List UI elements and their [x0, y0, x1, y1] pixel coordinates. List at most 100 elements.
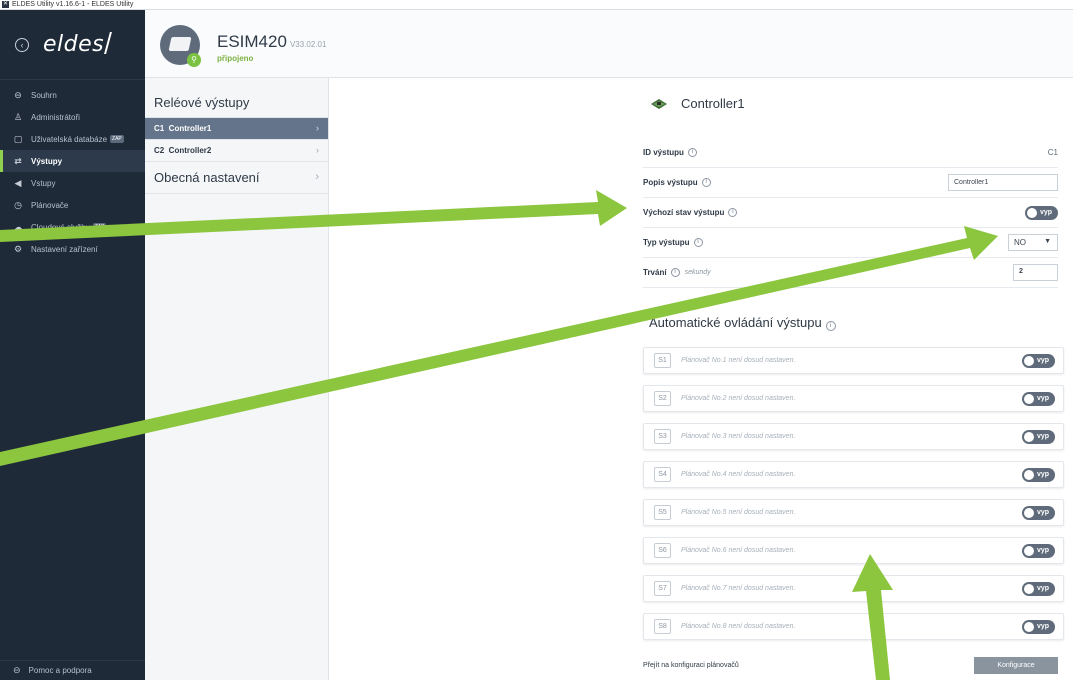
app-logo-icon: ✕ [2, 1, 9, 8]
sidebar-item-label: Výstupy [31, 156, 63, 166]
scheduler-id: S2 [654, 391, 671, 406]
output-type-row: Typ výstupu i NO ▼ [643, 228, 1058, 258]
scheduler-toggle[interactable]: vyp [1022, 391, 1055, 406]
outputs-subnav: Reléové výstupy C1 Controller1 › C2 Cont… [145, 78, 329, 680]
scheduler-text: Plánovač No.6 není dosud nastaven. [681, 547, 796, 554]
sidebar-item-label: Souhrn [31, 90, 57, 100]
output-description-input[interactable] [948, 174, 1058, 191]
inputs-icon: ◀ [14, 178, 22, 188]
scheduler-text: Plánovač No.2 není dosud nastaven. [681, 395, 796, 402]
info-icon[interactable]: i [728, 208, 738, 217]
output-id-label: ID výstupu [643, 148, 684, 157]
chevron-right-icon: › [315, 171, 319, 183]
info-icon[interactable]: i [670, 268, 680, 277]
output-id-value: C1 [1047, 148, 1058, 157]
help-support-link[interactable]: ⊖ Pomoc a podpora [0, 660, 145, 680]
sidebar-item-label: Administrátoři [31, 112, 80, 122]
scheduler-config-row: Přejít na konfiguraci plánovačů Konfigur… [643, 655, 1058, 675]
scheduler-toggle[interactable]: vyp [1022, 505, 1055, 520]
subnav-item-c1[interactable]: C1 Controller1 › [145, 118, 328, 140]
outputs-icon: ⇄ [14, 156, 22, 166]
scheduler-id: S5 [654, 505, 671, 520]
scheduler-row-s1: S1 Plánovač No.1 není dosud nastaven. vy… [643, 347, 1064, 374]
scheduler-id: S4 [654, 467, 671, 482]
device-icon: ⚲ [160, 25, 201, 67]
output-description-label: Popis výstupu [643, 178, 698, 187]
sidebar: ‹ eldes ⊖ Souhrn ♙ Administrátoři ▢ Uživ… [0, 10, 145, 680]
subnav-general-settings[interactable]: Obecná nastavení › [145, 162, 328, 194]
gear-icon: ⚙ [13, 244, 23, 254]
subnav-item-c2[interactable]: C2 Controller2 › [145, 140, 328, 162]
eldes-logo: eldes [43, 32, 113, 57]
output-id-row: ID výstupu i C1 [643, 138, 1058, 168]
scheduler-row-s7: S7 Plánovač No.7 není dosud nastaven. vy… [643, 575, 1064, 602]
info-icon[interactable]: i [693, 238, 703, 247]
info-icon[interactable]: i [701, 178, 711, 187]
window-titlebar: ✕ ELDES Utility v1.16.6-1 - ELDES Utilit… [0, 0, 1073, 10]
scheduler-toggle[interactable]: vyp [1022, 543, 1055, 558]
scheduler-row-s4: S4 Plánovač No.4 není dosud nastaven. vy… [643, 461, 1064, 488]
scheduler-id: S7 [654, 581, 671, 596]
scheduler-row-s5: S5 Plánovač No.5 není dosud nastaven. vy… [643, 499, 1064, 526]
device-status: připojeno [217, 54, 254, 63]
sidebar-item-planovace[interactable]: ◷ Plánovače [0, 194, 145, 216]
scheduler-text: Plánovač No.4 není dosud nastaven. [681, 471, 796, 478]
default-state-row: Výchozí stav výstupu i vyp [643, 198, 1058, 228]
subnav-title: Reléové výstupy [145, 78, 328, 118]
device-header: ⚲ ESIM420 V33.02.01 připojeno [145, 10, 1073, 78]
controller-header: Controller1 [649, 96, 745, 111]
output-type-select[interactable]: NO ▼ [1008, 234, 1058, 251]
sidebar-item-cloudove-sluzby[interactable]: ☁ Cloudové služby ZAP [0, 216, 145, 238]
default-state-toggle[interactable]: vyp [1025, 205, 1058, 220]
scheduler-id: S8 [654, 619, 671, 634]
sidebar-item-label: Vstupy [31, 178, 56, 188]
sidebar-item-souhrn[interactable]: ⊖ Souhrn [0, 84, 145, 106]
subnav-section-label: Obecná nastavení [154, 170, 260, 185]
circle-icon: ⊖ [14, 90, 22, 100]
sidebar-item-vstupy[interactable]: ◀ Vstupy [0, 172, 145, 194]
scheduler-row-s6: S6 Plánovač No.6 není dosud nastaven. vy… [643, 537, 1064, 564]
chevron-right-icon: › [316, 145, 319, 155]
scheduler-text: Plánovač No.8 není dosud nastaven. [681, 623, 796, 630]
device-name: ESIM420 V33.02.01 [217, 32, 327, 51]
main-panel: Controller1 ID výstupu i C1 Popis výstupu… [329, 78, 1073, 680]
sidebar-item-uzivatelska-databaze[interactable]: ▢ Uživatelská databáze ZAP [0, 128, 145, 150]
sidebar-item-label: Cloudové služby [31, 222, 90, 232]
database-icon: ▢ [13, 134, 23, 144]
configure-button[interactable]: Konfigurace [974, 656, 1058, 674]
controller-module-icon [651, 99, 667, 109]
scheduler-toggle[interactable]: vyp [1022, 429, 1055, 444]
connected-badge-icon: ⚲ [187, 53, 201, 67]
auto-control-title: Automatické ovládání výstupu i [649, 315, 836, 331]
sidebar-item-label: Uživatelská databáze [31, 134, 108, 144]
window-title: ELDES Utility v1.16.6-1 - ELDES Utility [12, 1, 134, 8]
scheduler-toggle[interactable]: vyp [1022, 619, 1055, 634]
sidebar-item-label: Plánovače [31, 200, 69, 210]
scheduler-toggle[interactable]: vyp [1022, 581, 1055, 596]
scheduler-text: Plánovač No.7 není dosud nastaven. [681, 585, 796, 592]
caret-down-icon: ▼ [1044, 238, 1051, 245]
scheduler-row-s3: S3 Plánovač No.3 není dosud nastaven. vy… [643, 423, 1064, 450]
sidebar-item-label: Nastavení zařízení [31, 244, 98, 254]
help-label: Pomoc a podpora [28, 666, 92, 675]
scheduler-toggle[interactable]: vyp [1022, 467, 1055, 482]
zap-badge: ZAP [92, 223, 107, 231]
scheduler-text: Plánovač No.1 není dosud nastaven. [681, 357, 796, 364]
sidebar-item-nastaveni-zarizeni[interactable]: ⚙ Nastavení zařízení [0, 238, 145, 260]
sidebar-item-vystupy[interactable]: ⇄ Výstupy [0, 150, 145, 172]
device-version: V33.02.01 [289, 40, 327, 49]
duration-input[interactable]: 2 [1013, 264, 1058, 281]
output-type-label: Typ výstupu [643, 238, 690, 247]
sidebar-item-administratori[interactable]: ♙ Administrátoři [0, 106, 145, 128]
info-icon[interactable]: i [687, 148, 697, 157]
duration-units: sekundy [684, 269, 711, 276]
default-state-label: Výchozí stav výstupu [643, 208, 725, 217]
info-icon[interactable]: i [825, 321, 836, 331]
scheduler-text: Plánovač No.5 není dosud nastaven. [681, 509, 796, 516]
goto-scheduler-config-label: Přejít na konfiguraci plánovačů [643, 661, 739, 669]
scheduler-toggle[interactable]: vyp [1022, 353, 1055, 368]
scheduler-id: S3 [654, 429, 671, 444]
brand-header: ‹ eldes [0, 10, 145, 80]
scheduler-row-s8: S8 Plánovač No.8 není dosud nastaven. vy… [643, 613, 1064, 640]
back-icon[interactable]: ‹ [15, 37, 29, 52]
